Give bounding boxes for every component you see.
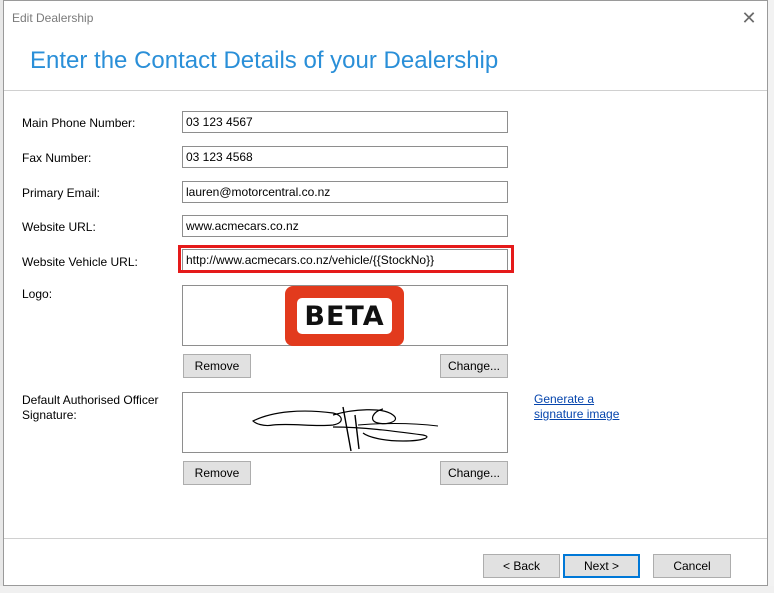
title-bar[interactable]: Edit Dealership ✕ (4, 1, 767, 35)
logo-preview: BETA (182, 285, 508, 346)
website-input[interactable] (182, 215, 508, 237)
page-heading: Enter the Contact Details of your Dealer… (30, 47, 499, 74)
vehicle-url-label: Website Vehicle URL: (22, 255, 138, 269)
logo-remove-button[interactable]: Remove (183, 354, 251, 378)
close-icon[interactable]: ✕ (737, 7, 761, 29)
beta-logo: BETA (285, 286, 404, 346)
beta-logo-text: BETA (297, 298, 392, 334)
email-label: Primary Email: (22, 186, 101, 200)
logo-change-button[interactable]: Change... (440, 354, 508, 378)
email-input[interactable] (182, 181, 508, 203)
background-app-right (768, 0, 774, 593)
signature-drawing (251, 406, 439, 452)
signature-label-line1: Default Authorised Officer (22, 393, 159, 407)
footer-divider (4, 538, 767, 539)
next-button[interactable]: Next > (563, 554, 640, 578)
generate-link-line1[interactable]: Generate a (534, 392, 594, 406)
signature-preview (182, 392, 508, 453)
header-divider (4, 90, 767, 91)
signature-change-button[interactable]: Change... (440, 461, 508, 485)
signature-label-line2: Signature: (22, 408, 77, 422)
signature-remove-button[interactable]: Remove (183, 461, 251, 485)
window-title: Edit Dealership (12, 11, 94, 25)
fax-label: Fax Number: (22, 151, 92, 165)
main-phone-label: Main Phone Number: (22, 116, 136, 130)
edit-dealership-dialog: Edit Dealership ✕ Enter the Contact Deta… (3, 0, 768, 586)
fax-input[interactable] (182, 146, 508, 168)
generate-link-line2[interactable]: signature image (534, 407, 619, 421)
back-button[interactable]: < Back (483, 554, 560, 578)
signature-label: Default Authorised Officer Signature: (22, 393, 159, 423)
cancel-button[interactable]: Cancel (653, 554, 731, 578)
generate-signature-link[interactable]: Generate a signature image (534, 392, 644, 422)
vehicle-url-highlight (178, 245, 514, 273)
website-label: Website URL: (22, 220, 96, 234)
main-phone-input[interactable] (182, 111, 508, 133)
background-app-bottom (0, 586, 774, 593)
logo-label: Logo: (22, 287, 53, 301)
